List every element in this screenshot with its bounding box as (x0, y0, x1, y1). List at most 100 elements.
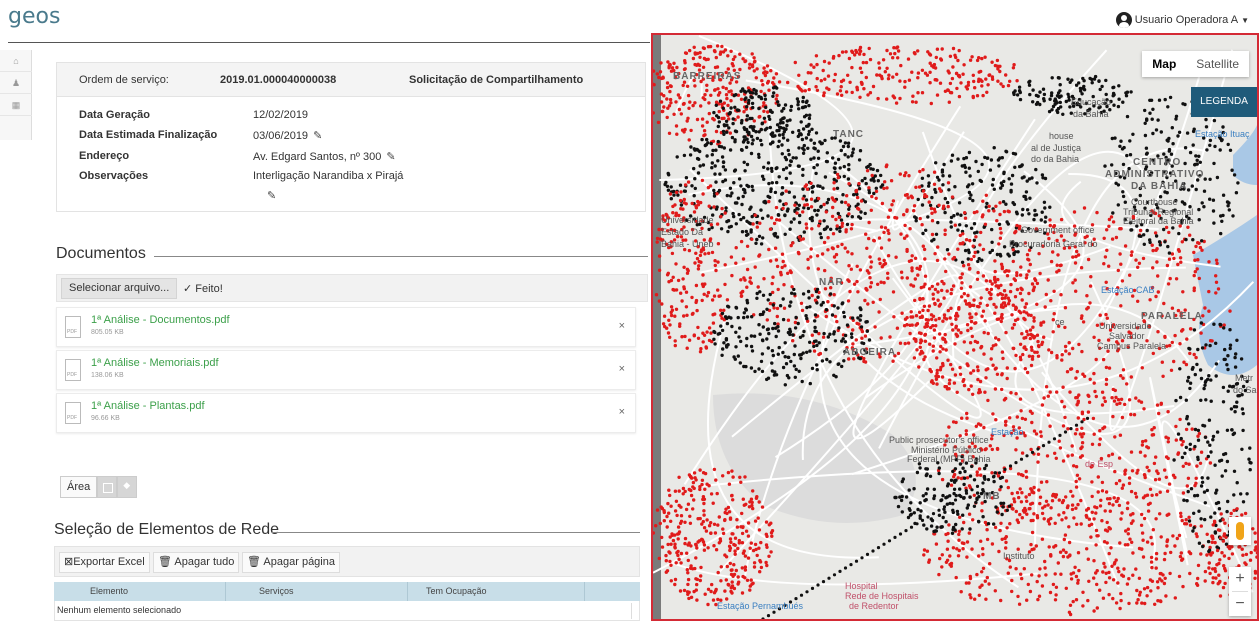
network-point[interactable] (732, 181, 736, 185)
network-point[interactable] (973, 250, 977, 255)
network-point[interactable] (815, 254, 820, 258)
network-point[interactable] (795, 211, 799, 215)
network-point[interactable] (1080, 435, 1084, 439)
network-point[interactable] (937, 513, 942, 517)
network-point[interactable] (1179, 514, 1183, 519)
network-point[interactable] (1241, 500, 1246, 504)
network-point[interactable] (864, 75, 868, 80)
network-point[interactable] (711, 313, 715, 317)
network-point[interactable] (1024, 495, 1028, 499)
network-point[interactable] (988, 562, 992, 566)
network-point[interactable] (669, 519, 673, 523)
network-point[interactable] (752, 69, 756, 73)
network-point[interactable] (657, 556, 661, 561)
network-point[interactable] (740, 511, 744, 516)
network-point[interactable] (735, 108, 740, 112)
network-point[interactable] (898, 341, 903, 345)
network-point[interactable] (713, 88, 717, 92)
network-point[interactable] (765, 318, 769, 322)
network-point[interactable] (926, 174, 931, 178)
network-point[interactable] (953, 373, 958, 377)
network-point[interactable] (1188, 351, 1192, 356)
network-point[interactable] (781, 350, 785, 355)
network-point[interactable] (925, 324, 929, 328)
network-point[interactable] (777, 80, 782, 84)
network-point[interactable] (681, 277, 685, 281)
network-point[interactable] (985, 575, 989, 580)
network-point[interactable] (1192, 250, 1196, 255)
network-point[interactable] (985, 303, 989, 307)
network-point[interactable] (1121, 483, 1126, 487)
network-point[interactable] (793, 203, 797, 207)
network-point[interactable] (727, 315, 731, 319)
network-point[interactable] (1188, 233, 1192, 237)
network-point[interactable] (743, 565, 748, 569)
network-point[interactable] (946, 200, 950, 205)
network-point[interactable] (721, 165, 726, 169)
network-point[interactable] (867, 338, 872, 342)
delete-page-button[interactable]: 🗑 Apagar página (242, 552, 340, 573)
network-point[interactable] (680, 299, 684, 303)
network-point[interactable] (771, 134, 776, 138)
network-point[interactable] (757, 546, 761, 550)
network-point[interactable] (689, 488, 693, 493)
network-point[interactable] (717, 144, 722, 149)
network-point[interactable] (980, 314, 984, 318)
network-point[interactable] (843, 200, 848, 205)
network-point[interactable] (820, 359, 825, 363)
network-point[interactable] (1214, 258, 1219, 262)
network-point[interactable] (1053, 97, 1057, 101)
network-point[interactable] (725, 130, 729, 134)
network-point[interactable] (1159, 402, 1163, 406)
network-point[interactable] (714, 587, 718, 592)
network-point[interactable] (1086, 257, 1091, 262)
network-point[interactable] (768, 301, 773, 306)
network-point[interactable] (800, 89, 804, 93)
network-point[interactable] (1184, 461, 1188, 466)
network-point[interactable] (701, 163, 706, 167)
network-point[interactable] (700, 137, 704, 142)
network-point[interactable] (780, 252, 785, 256)
network-point[interactable] (793, 292, 797, 296)
network-point[interactable] (928, 367, 932, 372)
network-point[interactable] (1008, 416, 1012, 420)
network-point[interactable] (1174, 117, 1178, 121)
network-point[interactable] (1055, 263, 1059, 267)
network-point[interactable] (1092, 381, 1096, 385)
network-point[interactable] (804, 136, 809, 140)
network-point[interactable] (822, 240, 827, 245)
network-point[interactable] (1221, 193, 1226, 197)
network-point[interactable] (984, 597, 988, 601)
network-point[interactable] (674, 100, 678, 104)
network-point[interactable] (1105, 316, 1109, 320)
network-point[interactable] (813, 329, 817, 333)
street-view-pegman-icon[interactable] (1229, 517, 1251, 545)
network-point[interactable] (1074, 289, 1078, 293)
network-point[interactable] (886, 77, 891, 81)
network-point[interactable] (730, 568, 734, 572)
network-point[interactable] (1035, 333, 1040, 337)
network-point[interactable] (1105, 529, 1110, 533)
network-point[interactable] (893, 535, 897, 539)
network-point[interactable] (682, 189, 687, 193)
network-point[interactable] (935, 525, 939, 529)
network-point[interactable] (1072, 516, 1076, 520)
network-point[interactable] (694, 478, 698, 482)
network-point[interactable] (1085, 416, 1090, 420)
network-point[interactable] (1013, 366, 1017, 371)
network-point[interactable] (799, 238, 803, 242)
network-point[interactable] (739, 294, 744, 298)
network-point[interactable] (684, 176, 689, 180)
network-point[interactable] (674, 262, 678, 266)
network-point[interactable] (683, 536, 688, 541)
network-point[interactable] (773, 246, 778, 250)
network-point[interactable] (789, 159, 793, 163)
network-point[interactable] (807, 103, 811, 108)
network-point[interactable] (1213, 463, 1217, 467)
network-point[interactable] (1040, 511, 1045, 516)
network-point[interactable] (719, 214, 723, 219)
network-point[interactable] (701, 331, 705, 335)
network-point[interactable] (1223, 581, 1227, 586)
network-point[interactable] (1229, 407, 1234, 411)
network-point[interactable] (958, 223, 962, 227)
